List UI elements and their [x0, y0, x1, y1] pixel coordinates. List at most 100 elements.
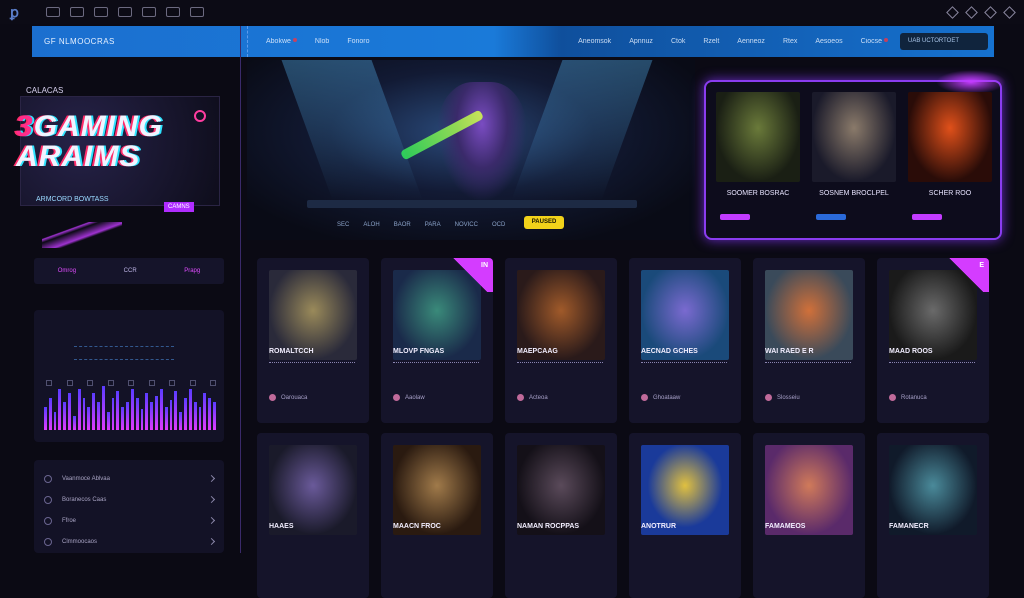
game-card[interactable]: AECNAD GCHES Ghoataaw [629, 258, 741, 423]
chevron-right-icon [207, 537, 216, 546]
featured-card[interactable]: SOOMER BOSRAC [716, 92, 800, 238]
app-logo[interactable]: ꝑ [10, 4, 36, 21]
filter-2[interactable]: CCR [124, 268, 137, 274]
bell-icon[interactable] [965, 5, 978, 19]
visualizer-bar [174, 390, 178, 430]
sidebar-menu-item[interactable]: Ffroe [44, 510, 216, 531]
banner-control[interactable]: SEC [337, 222, 349, 228]
pin-icon[interactable] [946, 5, 959, 19]
sidebar-menu-item[interactable]: Clmmoocaos [44, 531, 216, 552]
game-card[interactable]: NAMAN ROCPPAS [505, 433, 617, 598]
sidebar-menu-item[interactable]: Boranecos Caas [44, 489, 216, 510]
navbar-brand[interactable]: GF NLMOOCRAS [32, 37, 247, 46]
visualizer-bar [58, 388, 62, 430]
game-card[interactable]: FAMANECR [877, 433, 989, 598]
featured-card-title: SOSNEM BROCLPEL [819, 190, 889, 197]
share-icon[interactable] [984, 5, 997, 19]
settings-icon[interactable] [1003, 5, 1016, 19]
game-card[interactable]: MAAD ROOS Rotanuca E [877, 258, 989, 423]
play-button[interactable]: PAUSED [524, 216, 564, 229]
game-meta: Ghoataaw [641, 394, 680, 401]
banner-control[interactable]: ALOH [363, 222, 379, 228]
game-title: MLOVP FNGAS [393, 348, 445, 355]
sidebar-menu-item[interactable]: Vaanmoce Ablvaa [44, 468, 216, 489]
nav-icon-2[interactable] [70, 7, 84, 17]
game-subtitle-line [889, 362, 975, 366]
visualizer-bar [159, 388, 163, 430]
nav-icon-1[interactable] [46, 7, 60, 17]
game-meta: Rotanuca [889, 394, 927, 401]
hero-character [437, 82, 527, 202]
filter-bar: Omrog CCR Prapg [34, 258, 224, 284]
visualizer-bar [198, 407, 202, 430]
avatar-icon [889, 394, 896, 401]
nav-icon-4[interactable] [118, 7, 132, 17]
visualizer-bar [179, 411, 183, 430]
visualizer-bar [164, 407, 168, 430]
game-card[interactable]: MLOVP FNGAS Aaolaw IN [381, 258, 493, 423]
game-title: HAAES [269, 523, 294, 530]
stage-light [511, 60, 653, 200]
visualizer-bar [82, 397, 86, 430]
nav-icon-5[interactable] [142, 7, 156, 17]
game-card[interactable]: WAI RAED E R Slosseiu [753, 258, 865, 423]
visualizer-bar [68, 393, 71, 430]
visualizer-bar [97, 402, 100, 430]
game-title: MAEPCAAG [517, 348, 558, 355]
game-card[interactable]: HAAES [257, 433, 369, 598]
banner-control[interactable]: NOVICC [455, 222, 478, 228]
navbar-divider [247, 26, 248, 57]
chevron-right-icon [207, 516, 216, 525]
game-title: NAMAN ROCPPAS [517, 523, 580, 530]
game-cover [765, 270, 853, 360]
game-card[interactable]: ANOTRUR [629, 433, 741, 598]
featured-card-title: SCHER ROO [928, 190, 972, 197]
nav-item-5[interactable]: Apnnuz [629, 38, 653, 45]
filter-1[interactable]: Omrog [58, 268, 76, 274]
gear-icon [44, 495, 52, 504]
hero-banner[interactable]: SEC ALOH BAOR PARA NOVICC OCD PAUSED [247, 60, 695, 240]
game-cover [641, 445, 729, 535]
logo-tag: CAMNS [164, 202, 194, 212]
featured-card[interactable]: SOSNEM BROCLPEL [812, 92, 896, 238]
visualizer-bar [53, 411, 57, 430]
featured-card[interactable]: SCHER ROO [908, 92, 992, 238]
nav-item-2[interactable]: Nlob [315, 38, 329, 45]
game-cover [641, 270, 729, 360]
nav-item-3[interactable]: Fonoro [347, 38, 369, 45]
top-right-icons [946, 5, 1016, 19]
nav-icon-6[interactable] [166, 7, 180, 17]
game-card[interactable]: MAACN FROC [381, 433, 493, 598]
visualizer-bar [203, 393, 207, 430]
game-card[interactable]: MAEPCAAG Acteoa [505, 258, 617, 423]
search-input[interactable]: UAB UCTORTOET [900, 33, 988, 50]
game-card[interactable]: ROMALTCCH Oarouaca [257, 258, 369, 423]
nav-item-6[interactable]: Ctok [671, 38, 685, 45]
game-card[interactable]: FAMAMEOS [753, 433, 865, 598]
gaming-logo: CALACAS 3GAMING ARAIMS ARMCORD BOWTASS CA… [14, 82, 224, 272]
nav-item-1[interactable]: Abokwe [266, 38, 297, 45]
top-bar: ꝑ [0, 0, 1024, 24]
nav-icon-3[interactable] [94, 7, 108, 17]
gear-icon [44, 516, 52, 525]
nav-item-4[interactable]: Aneomsok [578, 38, 611, 45]
game-title: ANOTRUR [641, 523, 676, 530]
nav-item-7[interactable]: Rzelt [703, 38, 719, 45]
chevron-right-icon [207, 474, 216, 483]
game-title: AECNAD GCHES [641, 348, 698, 355]
nav-icon-7[interactable] [190, 7, 204, 17]
banner-control[interactable]: OCD [492, 222, 505, 228]
banner-control[interactable]: BAOR [394, 222, 411, 228]
featured-card-image [908, 92, 992, 182]
gear-icon [44, 537, 52, 546]
game-meta: Slosseiu [765, 394, 800, 401]
visualizer-bar [145, 393, 149, 430]
nav-item-9[interactable]: Rtex [783, 38, 797, 45]
banner-control[interactable]: PARA [425, 222, 441, 228]
nav-item-8[interactable]: Aenneoz [737, 38, 765, 45]
visualizer-bar [126, 402, 129, 430]
nav-item-10[interactable]: Aesoeos [815, 38, 842, 45]
nav-item-11[interactable]: Ciocse [861, 38, 888, 45]
visualizer-bar [169, 400, 173, 430]
filter-3[interactable]: Prapg [184, 268, 200, 274]
